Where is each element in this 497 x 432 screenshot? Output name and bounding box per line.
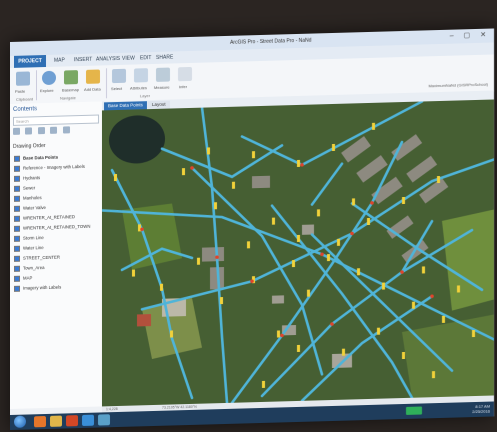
layer-label: STREET_CENTER (23, 254, 61, 261)
file-explorer-icon[interactable] (50, 415, 62, 427)
tab-share[interactable]: SHARE (156, 54, 173, 60)
layer-label: Reference - Imagery with Labels (23, 163, 85, 171)
layer-checkbox[interactable] (14, 235, 20, 242)
list-by-snapping-icon[interactable] (62, 126, 70, 134)
firefox-icon[interactable] (34, 415, 46, 428)
layer-label: Imagery with Labels (23, 284, 62, 291)
group-navigate: Navigate (60, 95, 76, 101)
basemap-button[interactable] (64, 70, 78, 85)
layer-item[interactable]: WRENTER_At_RETAINED_TOWN (14, 222, 90, 234)
layer-item[interactable]: Reference - Imagery with Labels (14, 162, 90, 174)
layer-checkbox[interactable] (14, 215, 20, 222)
select-label: Select (111, 85, 123, 92)
layer-checkbox[interactable] (14, 275, 20, 282)
layer-checkbox[interactable] (14, 175, 20, 182)
tab-insert[interactable]: INSERT (74, 57, 92, 64)
map-canvas[interactable] (102, 99, 494, 407)
add-data-label: Add Data (84, 86, 101, 92)
layer-label: WRENTER_At_RETAINED (23, 214, 75, 221)
layer-label: Town_Area (23, 265, 45, 271)
basemap-label: Basemap (62, 87, 79, 93)
layer-label: Hydrants (23, 175, 41, 181)
layer-list: Base Data Points Reference - Imagery wit… (14, 152, 90, 294)
layer-checkbox[interactable] (14, 285, 20, 292)
window-title: ArcGIS Pro - Street Data Pro - NaNd (230, 37, 312, 46)
group-clipboard: Clipboard (16, 96, 34, 102)
measure-button[interactable] (156, 67, 170, 82)
infer-button[interactable] (178, 66, 192, 82)
select-button[interactable] (112, 68, 126, 84)
layer-label: Storm Line (23, 235, 44, 241)
layer-label: WRENTER_At_RETAINED_TOWN (23, 223, 91, 231)
contents-pane: Contents Search Drawing Order Base Data … (10, 101, 103, 409)
contents-title: Contents (13, 106, 38, 113)
tab-view[interactable]: VIEW (122, 56, 135, 62)
layer-checkbox[interactable] (14, 245, 20, 252)
window-controls[interactable]: – ▢ ✕ (450, 31, 490, 40)
tab-project[interactable]: PROJECT (14, 54, 46, 68)
tab-analysis[interactable]: ANALYSIS (96, 56, 120, 63)
layer-label: Water Line (23, 245, 44, 251)
drawing-order-heading: Drawing Order (13, 143, 46, 150)
layer-checkbox[interactable] (14, 185, 20, 192)
start-button-icon[interactable] (14, 415, 26, 428)
tray-network-icon[interactable] (406, 406, 422, 415)
layer-checkbox[interactable] (14, 255, 20, 262)
map-scale[interactable]: 1:4,228 (106, 407, 118, 411)
layer-checkbox[interactable] (14, 205, 20, 212)
map-view[interactable] (102, 99, 494, 407)
attributes-button[interactable] (134, 68, 148, 83)
paste-button[interactable] (16, 71, 30, 86)
list-by-drawing-order-icon[interactable] (13, 127, 20, 135)
layer-label: Base Data Points (23, 154, 59, 161)
add-data-button[interactable] (86, 69, 100, 84)
separator (36, 70, 37, 101)
separator (106, 68, 107, 99)
contents-search-input[interactable]: Search (13, 114, 99, 126)
layer-label: MAP (23, 275, 33, 281)
clock-date: 2/25/2016 (472, 408, 490, 415)
list-by-selection-icon[interactable] (37, 127, 45, 135)
tab-map[interactable]: MAP (54, 57, 65, 63)
layer-label: Sewer (23, 185, 36, 191)
layer-label: Manholes (23, 195, 42, 201)
list-by-source-icon[interactable] (25, 127, 33, 135)
tab-edit[interactable]: EDIT (140, 55, 151, 61)
layer-checkbox[interactable] (14, 225, 20, 232)
explore-label: Explore (40, 87, 54, 94)
app-icon[interactable] (98, 414, 110, 426)
layer-label: Water Valve (23, 204, 46, 211)
system-clock[interactable]: 8:17 AM 2/25/2016 (472, 404, 490, 414)
group-layer: Layer (140, 93, 151, 99)
arcgis-pro-icon[interactable] (82, 414, 94, 426)
attributes-label: Attributes (130, 85, 147, 91)
contents-toolbar (13, 126, 99, 138)
list-by-editing-icon[interactable] (50, 126, 58, 134)
layer-checkbox[interactable] (14, 165, 20, 172)
measure-label: Measure (154, 84, 170, 90)
powerpoint-icon[interactable] (66, 415, 78, 427)
layer-item[interactable]: Imagery with Labels (14, 282, 90, 294)
layer-checkbox[interactable] (14, 195, 20, 202)
explore-button[interactable] (42, 70, 56, 86)
signin-text[interactable]: MaximumNaNd (GISRProSchool) (428, 82, 488, 89)
layer-checkbox[interactable] (14, 155, 20, 162)
paste-label: Paste (15, 88, 26, 94)
layer-checkbox[interactable] (14, 265, 20, 272)
projected-screen: ArcGIS Pro - Street Data Pro - NaNd – ▢ … (10, 28, 494, 431)
infer-label: Infer (179, 84, 188, 90)
